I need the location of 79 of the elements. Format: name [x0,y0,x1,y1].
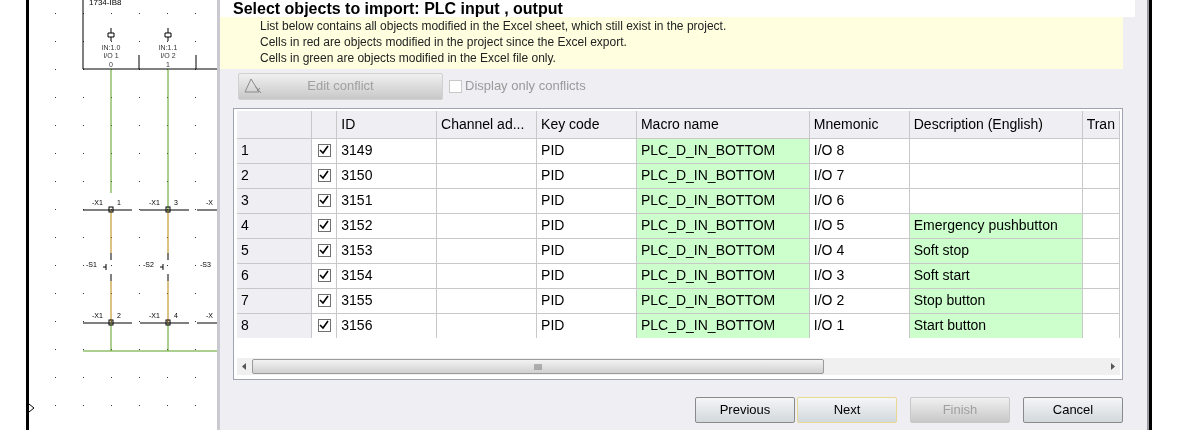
table-cell: PID [536,263,637,288]
table-cell: I/O 6 [809,188,910,213]
table-cell: Start button [909,313,1083,338]
dialog-button[interactable]: Cancel [1023,397,1123,423]
check-icon [319,245,330,255]
row-checkbox[interactable] [317,168,331,182]
column-header[interactable]: Description (English) [909,111,1083,138]
table-cell: 3152 [336,213,437,238]
row-number[interactable]: 8 [237,313,312,338]
row-checkbox[interactable] [317,293,331,307]
warning-icon [243,77,263,95]
row-number[interactable]: 1 [237,138,312,163]
table-cell: Soft start [909,263,1083,288]
check-icon [319,220,330,230]
table-cell: 3150 [336,163,437,188]
column-header[interactable]: Tran [1082,111,1120,138]
row-checkbox[interactable] [317,218,331,232]
checkbox-label: Display only conflicts [465,77,586,96]
row-checkbox[interactable] [317,143,331,157]
table-cell: 3149 [336,138,437,163]
table-cell: Stop button [909,288,1083,313]
grip-icon [534,363,542,370]
table-cell: 3153 [336,238,437,263]
table-cell: PLC_D_IN_BOTTOM [636,188,810,213]
table-cell: I/O 4 [809,238,910,263]
table-cell: PID [536,163,637,188]
row-checkbox[interactable] [317,268,331,282]
dialog-button[interactable]: Next [797,397,897,423]
table-cell: I/O 3 [809,263,910,288]
table-cell: PLC_D_IN_BOTTOM [636,313,810,338]
check-icon [319,195,330,205]
module-label: 1734-IB8 [89,0,122,7]
table-cell: 3154 [336,263,437,288]
table-cell: I/O 8 [809,138,910,163]
dialog-button[interactable]: Previous [695,397,795,423]
column-header[interactable]: Channel ad... [436,111,537,138]
check-icon [319,145,330,155]
check-icon [319,170,330,180]
table-cell: PID [536,238,637,263]
table-cell: PLC_D_IN_BOTTOM [636,138,810,163]
row-number[interactable]: 5 [237,238,312,263]
row-number[interactable]: 3 [237,188,312,213]
table-cell: PID [536,188,637,213]
column-header[interactable]: Key code [536,111,637,138]
table-cell: PID [536,213,637,238]
table-cell: I/O 2 [809,288,910,313]
check-icon [319,320,330,330]
row-number[interactable]: 2 [237,163,312,188]
table-cell: PLC_D_IN_BOTTOM [636,263,810,288]
row-number[interactable]: 6 [237,263,312,288]
row-checkbox[interactable] [317,193,331,207]
table-cell: I/O 7 [809,163,910,188]
table-cell: PLC_D_IN_BOTTOM [636,288,810,313]
check-icon [319,270,330,280]
table-cell: PLC_D_IN_BOTTOM [636,213,810,238]
info-text: Cells in green are objects modified in the Excel file only. [260,50,557,66]
table-cell: I/O 1 [809,313,910,338]
column-header[interactable]: Macro name [636,111,810,138]
check-icon [319,295,330,305]
row-number[interactable]: 7 [237,288,312,313]
dialog-title: Select objects to import: PLC input , output [233,0,563,17]
table-cell: PLC_D_IN_BOTTOM [636,163,810,188]
table-cell: PID [536,288,637,313]
table-cell: 3156 [336,313,437,338]
table-cell: 3151 [336,188,437,213]
info-text: List below contains all objects modified in the Excel sheet, which still exist in the project. [260,18,728,34]
row-checkbox[interactable] [317,318,331,332]
table-cell: 3155 [336,288,437,313]
info-text: Cells in red are objects modified in the project since the Excel export. [260,34,628,50]
table-cell: PID [536,313,637,338]
column-header[interactable]: Mnemonic [809,111,910,138]
column-header[interactable]: ID [336,111,437,138]
table-cell: PID [536,138,637,163]
table-cell: Soft stop [909,238,1083,263]
row-number[interactable]: 4 [237,213,312,238]
table-cell: I/O 5 [809,213,910,238]
table-cell: PLC_D_IN_BOTTOM [636,238,810,263]
table-cell: Emergency pushbutton [909,213,1083,238]
row-checkbox[interactable] [317,243,331,257]
